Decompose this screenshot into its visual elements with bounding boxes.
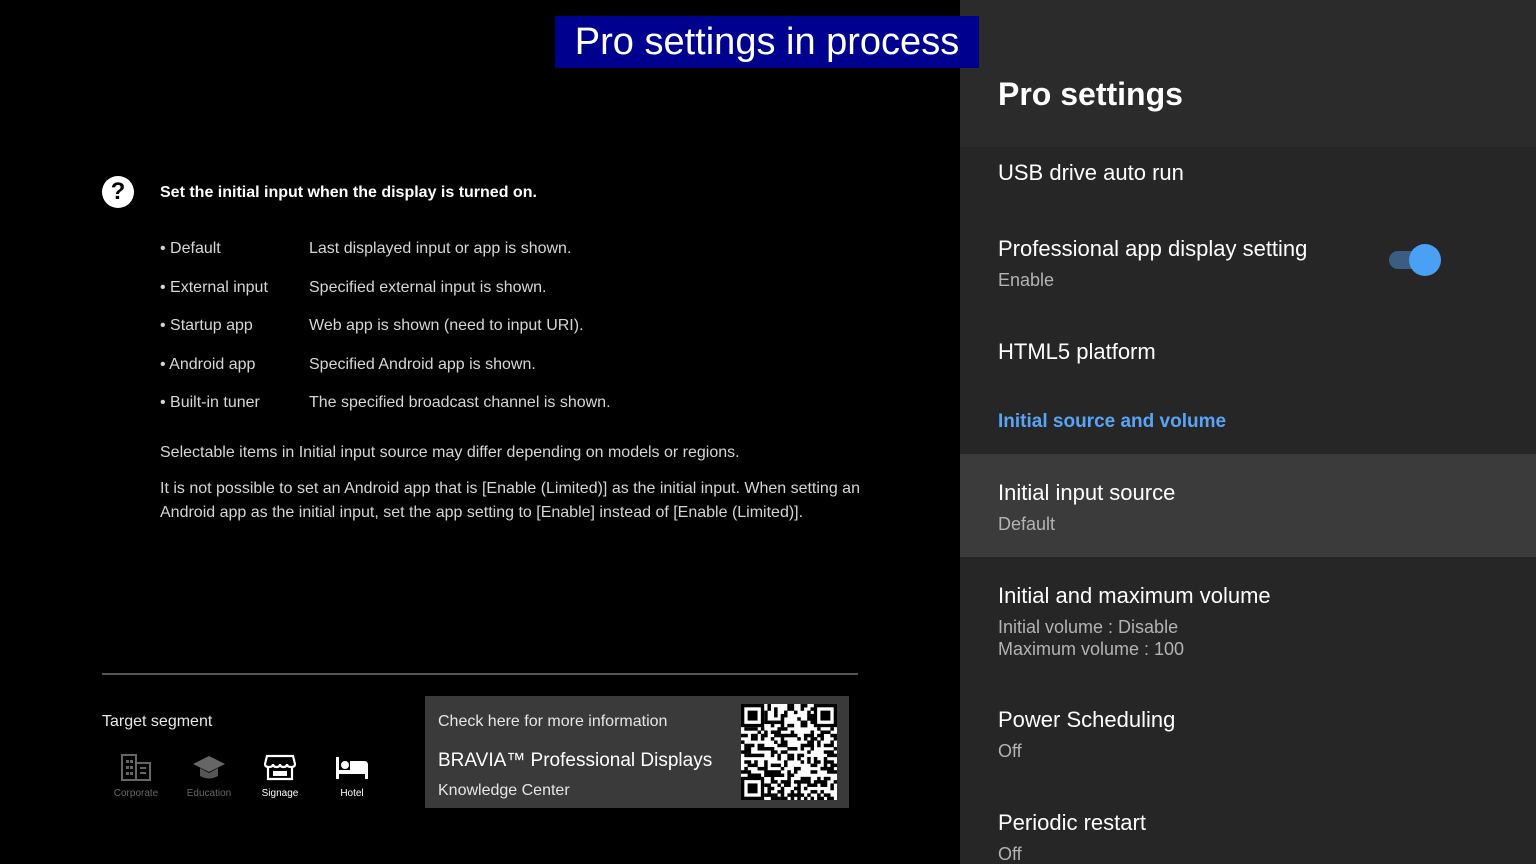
menu-item-initial-max-volume[interactable]: Initial and maximum volume Initial volum… <box>960 557 1536 677</box>
info-heading: Check here for more information <box>438 713 668 730</box>
option-row: • Built-in tuner The specified broadcast… <box>160 394 611 433</box>
menu-item-title: Power Scheduling <box>998 707 1176 732</box>
info-knowledge-center: Knowledge Center <box>438 782 570 799</box>
settings-panel: Pro settings USB drive auto run Professi… <box>960 0 1536 864</box>
menu-item-value: Initial volume : Disable <box>998 617 1179 637</box>
segment-label: Education <box>186 788 232 799</box>
menu-item-value: Off <box>998 844 1022 864</box>
segment-hotel: Hotel <box>322 752 382 799</box>
menu-item-title: USB drive auto run <box>998 160 1184 185</box>
menu-item-value: Off <box>998 741 1022 761</box>
note-android-app: It is not possible to set an Android app… <box>160 480 860 521</box>
menu-item-initial-input-source[interactable]: Initial input source Default <box>960 454 1536 557</box>
option-row: • External input Specified external inpu… <box>160 279 611 318</box>
help-circle-icon: ? <box>102 176 134 208</box>
professional-app-toggle[interactable] <box>1389 244 1441 276</box>
option-row: • Android app Specified Android app is s… <box>160 356 611 395</box>
option-name: • Default <box>160 240 221 257</box>
menu-item-title: Periodic restart <box>998 810 1146 835</box>
menu-item-title: HTML5 platform <box>998 339 1156 364</box>
storefront-icon <box>264 754 296 781</box>
info-product: BRAVIA™ Professional Displays <box>438 750 713 771</box>
menu-item-value: Default <box>998 514 1056 534</box>
help-pane: ? Set the initial input when the display… <box>0 0 960 864</box>
option-desc: Specified external input is shown. <box>309 278 547 296</box>
option-row: • Startup app Web app is shown (need to … <box>160 317 611 356</box>
toggle-knob <box>1409 244 1441 276</box>
segment-signage: Signage <box>250 752 310 799</box>
menu-item-value-2: Maximum volume : 100 <box>998 639 1185 659</box>
option-row: • Default Last displayed input or app is… <box>160 240 611 279</box>
option-name: • External input <box>160 278 268 296</box>
note-regions: Selectable items in Initial input source… <box>160 444 740 461</box>
option-name: • Startup app <box>160 317 253 334</box>
option-name: • Built-in tuner <box>160 394 260 411</box>
menu-item-title: Initial and maximum volume <box>998 583 1271 608</box>
option-desc: Web app is shown (need to input URI). <box>309 317 584 334</box>
menu-item-usb-drive-auto-run[interactable]: USB drive auto run <box>960 147 1536 219</box>
segment-label: Corporate <box>113 788 159 799</box>
bed-icon <box>336 757 368 779</box>
option-desc: Specified Android app is shown. <box>309 355 536 373</box>
panel-title: Pro settings <box>998 76 1183 112</box>
banner: Pro settings in process <box>555 16 979 68</box>
option-desc: The specified broadcast channel is shown… <box>309 394 611 411</box>
divider <box>102 673 858 675</box>
building-icon <box>121 754 151 781</box>
help-title: Set the initial input when the display i… <box>160 184 537 201</box>
menu-item-professional-app-display[interactable]: Professional app display setting Enable <box>960 219 1536 309</box>
qr-code-icon <box>741 704 838 801</box>
panel-header: Pro settings <box>960 0 1536 147</box>
option-list: • Default Last displayed input or app is… <box>160 240 611 433</box>
target-segment-label: Target segment <box>102 713 213 730</box>
menu-item-title: Professional app display setting <box>998 236 1308 261</box>
graduation-cap-icon <box>193 756 225 779</box>
segment-corporate: Corporate <box>106 752 166 799</box>
option-desc: Last displayed input or app is shown. <box>309 240 572 257</box>
segment-education: Education <box>179 752 239 799</box>
segment-label: Signage <box>261 788 299 799</box>
section-header: Initial source and volume <box>998 411 1227 432</box>
menu-item-value: Enable <box>998 270 1055 290</box>
segment-label: Hotel <box>340 788 364 799</box>
option-name: • Android app <box>160 355 256 373</box>
menu-item-html5-platform[interactable]: HTML5 platform <box>960 309 1536 389</box>
menu-item-title: Initial input source <box>998 480 1176 505</box>
more-info-box: Check here for more information BRAVIA™ … <box>425 696 849 808</box>
menu-item-periodic-restart[interactable]: Periodic restart Off <box>960 780 1536 864</box>
menu-item-power-scheduling[interactable]: Power Scheduling Off <box>960 677 1536 780</box>
